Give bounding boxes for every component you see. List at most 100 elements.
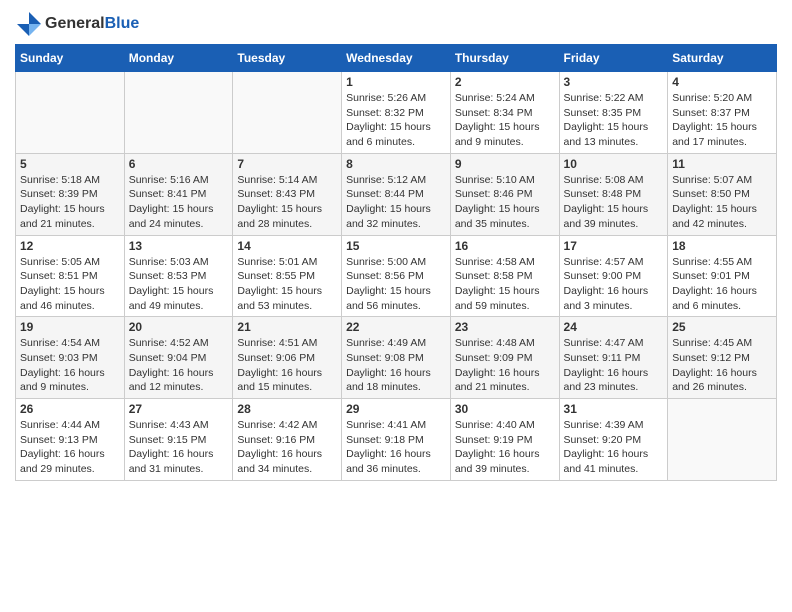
calendar-week-row: 5 Sunrise: 5:18 AM Sunset: 8:39 PM Daylig… (16, 153, 777, 235)
day-info: Sunrise: 4:49 AM Sunset: 9:08 PM Dayligh… (346, 336, 446, 395)
calendar-cell: 24 Sunrise: 4:47 AM Sunset: 9:11 PM Dayli… (559, 317, 668, 399)
calendar-cell: 30 Sunrise: 4:40 AM Sunset: 9:19 PM Dayli… (450, 399, 559, 481)
day-number: 9 (455, 157, 555, 171)
calendar-cell: 31 Sunrise: 4:39 AM Sunset: 9:20 PM Dayli… (559, 399, 668, 481)
calendar-cell: 2Sunrise: 5:24 AM Sunset: 8:34 PM Daylig… (450, 72, 559, 154)
day-number: 22 (346, 320, 446, 334)
calendar-cell: 3 Sunrise: 5:22 AM Sunset: 8:35 PM Daylig… (559, 72, 668, 154)
calendar-cell: 18Sunrise: 4:55 AM Sunset: 9:01 PM Dayli… (668, 235, 777, 317)
day-info: Sunrise: 4:45 AM Sunset: 9:12 PM Dayligh… (672, 336, 772, 395)
calendar-cell: 25Sunrise: 4:45 AM Sunset: 9:12 PM Dayli… (668, 317, 777, 399)
day-number: 13 (129, 239, 229, 253)
day-info: Sunrise: 5:05 AM Sunset: 8:51 PM Dayligh… (20, 255, 120, 314)
day-of-week-header: Sunday (16, 45, 125, 72)
day-info: Sunrise: 4:58 AM Sunset: 8:58 PM Dayligh… (455, 255, 555, 314)
day-number: 17 (564, 239, 664, 253)
calendar-cell: 21 Sunrise: 4:51 AM Sunset: 9:06 PM Dayli… (233, 317, 342, 399)
calendar-cell: 23 Sunrise: 4:48 AM Sunset: 9:09 PM Dayli… (450, 317, 559, 399)
day-number: 31 (564, 402, 664, 416)
day-info: Sunrise: 5:10 AM Sunset: 8:46 PM Dayligh… (455, 173, 555, 232)
day-number: 5 (20, 157, 120, 171)
day-number: 11 (672, 157, 772, 171)
header: GeneralBlue (15, 10, 777, 38)
day-number: 24 (564, 320, 664, 334)
day-of-week-header: Friday (559, 45, 668, 72)
logo-general-text: General (45, 15, 105, 32)
day-info: Sunrise: 5:08 AM Sunset: 8:48 PM Dayligh… (564, 173, 664, 232)
day-number: 10 (564, 157, 664, 171)
day-info: Sunrise: 5:03 AM Sunset: 8:53 PM Dayligh… (129, 255, 229, 314)
day-number: 6 (129, 157, 229, 171)
calendar-cell: 29Sunrise: 4:41 AM Sunset: 9:18 PM Dayli… (342, 399, 451, 481)
day-info: Sunrise: 4:44 AM Sunset: 9:13 PM Dayligh… (20, 418, 120, 477)
calendar-week-row: 12 Sunrise: 5:05 AM Sunset: 8:51 PM Dayli… (16, 235, 777, 317)
day-number: 16 (455, 239, 555, 253)
calendar-cell: 20Sunrise: 4:52 AM Sunset: 9:04 PM Dayli… (124, 317, 233, 399)
logo-blue-text: Blue (105, 15, 140, 32)
day-number: 4 (672, 75, 772, 89)
day-info: Sunrise: 4:39 AM Sunset: 9:20 PM Dayligh… (564, 418, 664, 477)
calendar-cell: 6 Sunrise: 5:16 AM Sunset: 8:41 PM Daylig… (124, 153, 233, 235)
day-info: Sunrise: 5:22 AM Sunset: 8:35 PM Dayligh… (564, 91, 664, 150)
day-number: 19 (20, 320, 120, 334)
day-number: 8 (346, 157, 446, 171)
calendar-cell (16, 72, 125, 154)
day-info: Sunrise: 5:00 AM Sunset: 8:56 PM Dayligh… (346, 255, 446, 314)
calendar-cell: 5 Sunrise: 5:18 AM Sunset: 8:39 PM Daylig… (16, 153, 125, 235)
day-info: Sunrise: 4:51 AM Sunset: 9:06 PM Dayligh… (237, 336, 337, 395)
day-info: Sunrise: 4:54 AM Sunset: 9:03 PM Dayligh… (20, 336, 120, 395)
day-info: Sunrise: 5:18 AM Sunset: 8:39 PM Dayligh… (20, 173, 120, 232)
calendar-cell (124, 72, 233, 154)
logo: GeneralBlue (15, 10, 139, 38)
day-info: Sunrise: 4:43 AM Sunset: 9:15 PM Dayligh… (129, 418, 229, 477)
day-info: Sunrise: 4:48 AM Sunset: 9:09 PM Dayligh… (455, 336, 555, 395)
day-info: Sunrise: 5:16 AM Sunset: 8:41 PM Dayligh… (129, 173, 229, 232)
calendar-cell: 11Sunrise: 5:07 AM Sunset: 8:50 PM Dayli… (668, 153, 777, 235)
day-info: Sunrise: 4:40 AM Sunset: 9:19 PM Dayligh… (455, 418, 555, 477)
day-number: 1 (346, 75, 446, 89)
day-info: Sunrise: 5:14 AM Sunset: 8:43 PM Dayligh… (237, 173, 337, 232)
day-info: Sunrise: 4:47 AM Sunset: 9:11 PM Dayligh… (564, 336, 664, 395)
days-header-row: SundayMondayTuesdayWednesdayThursdayFrid… (16, 45, 777, 72)
day-info: Sunrise: 4:42 AM Sunset: 9:16 PM Dayligh… (237, 418, 337, 477)
day-of-week-header: Saturday (668, 45, 777, 72)
calendar-cell: 14 Sunrise: 5:01 AM Sunset: 8:55 PM Dayli… (233, 235, 342, 317)
day-number: 18 (672, 239, 772, 253)
calendar-cell (233, 72, 342, 154)
day-info: Sunrise: 5:01 AM Sunset: 8:55 PM Dayligh… (237, 255, 337, 314)
calendar-cell: 19 Sunrise: 4:54 AM Sunset: 9:03 PM Dayli… (16, 317, 125, 399)
day-number: 28 (237, 402, 337, 416)
day-number: 29 (346, 402, 446, 416)
day-number: 30 (455, 402, 555, 416)
day-number: 20 (129, 320, 229, 334)
calendar-week-row: 19 Sunrise: 4:54 AM Sunset: 9:03 PM Dayli… (16, 317, 777, 399)
calendar-table: SundayMondayTuesdayWednesdayThursdayFrid… (15, 44, 777, 481)
day-of-week-header: Wednesday (342, 45, 451, 72)
calendar-cell: 27Sunrise: 4:43 AM Sunset: 9:15 PM Dayli… (124, 399, 233, 481)
day-info: Sunrise: 4:57 AM Sunset: 9:00 PM Dayligh… (564, 255, 664, 314)
day-number: 23 (455, 320, 555, 334)
calendar-week-row: 26Sunrise: 4:44 AM Sunset: 9:13 PM Dayli… (16, 399, 777, 481)
calendar-cell: 12 Sunrise: 5:05 AM Sunset: 8:51 PM Dayli… (16, 235, 125, 317)
calendar-cell: 16 Sunrise: 4:58 AM Sunset: 8:58 PM Dayli… (450, 235, 559, 317)
day-number: 7 (237, 157, 337, 171)
calendar-cell (668, 399, 777, 481)
calendar-cell: 17 Sunrise: 4:57 AM Sunset: 9:00 PM Dayli… (559, 235, 668, 317)
logo-icon (15, 10, 43, 38)
day-number: 3 (564, 75, 664, 89)
calendar-cell: 15 Sunrise: 5:00 AM Sunset: 8:56 PM Dayli… (342, 235, 451, 317)
day-number: 12 (20, 239, 120, 253)
calendar-cell: 9 Sunrise: 5:10 AM Sunset: 8:46 PM Daylig… (450, 153, 559, 235)
calendar-cell: 26Sunrise: 4:44 AM Sunset: 9:13 PM Dayli… (16, 399, 125, 481)
calendar-cell: 4 Sunrise: 5:20 AM Sunset: 8:37 PM Daylig… (668, 72, 777, 154)
calendar-cell: 7 Sunrise: 5:14 AM Sunset: 8:43 PM Daylig… (233, 153, 342, 235)
calendar-cell: 1Sunrise: 5:26 AM Sunset: 8:32 PM Daylig… (342, 72, 451, 154)
day-info: Sunrise: 5:24 AM Sunset: 8:34 PM Dayligh… (455, 91, 555, 150)
calendar-cell: 28 Sunrise: 4:42 AM Sunset: 9:16 PM Dayli… (233, 399, 342, 481)
day-info: Sunrise: 5:20 AM Sunset: 8:37 PM Dayligh… (672, 91, 772, 150)
day-number: 14 (237, 239, 337, 253)
day-number: 21 (237, 320, 337, 334)
calendar-cell: 10 Sunrise: 5:08 AM Sunset: 8:48 PM Dayli… (559, 153, 668, 235)
day-of-week-header: Thursday (450, 45, 559, 72)
day-number: 15 (346, 239, 446, 253)
